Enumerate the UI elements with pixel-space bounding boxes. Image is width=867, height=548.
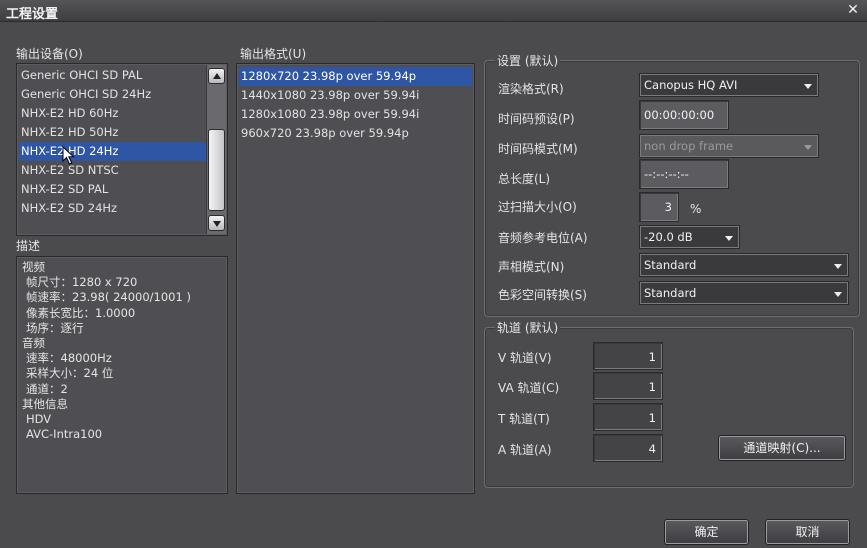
total-length-label: 总长度(L) [498,172,551,186]
description-line: 速率：48000Hz [26,351,112,366]
output-device-item[interactable]: NHX-E2 SD 24Hz [19,199,206,218]
a-track-value: 4 [648,442,656,456]
color-space-value: Standard [644,286,697,300]
window-title: 工程设置 [6,7,59,22]
tracks-group-title: 轨道 (默认) [495,319,561,336]
output-format-label: 输出格式(U) [240,47,307,61]
scroll-thumb[interactable] [208,129,225,211]
chevron-down-icon [725,236,733,241]
va-track-value: 1 [648,380,656,394]
chevron-down-icon [804,145,812,150]
output-device-item[interactable]: NHX-E2 SD PAL [19,180,206,199]
output-format-item[interactable]: 1280x1080 23.98p over 59.94i [239,105,472,124]
device-list-scrollbar[interactable] [206,65,226,234]
channel-mapping-button[interactable]: 通道映射(C)... [718,435,846,461]
v-track-input[interactable]: 1 [593,342,663,370]
timecode-preset-value: 00:00:00:00 [644,108,715,122]
overscan-label: 过扫描大小(O) [498,200,577,214]
description-line: 帧尺寸：1280 x 720 [26,275,138,290]
t-track-label: T 轨道(T) [498,412,550,426]
description-line: 其他信息 [22,396,68,411]
description-line: 采样大小：24 位 [26,366,114,381]
timecode-mode-value: non drop frame [644,139,734,153]
output-device-item[interactable]: Generic OHCI SD 24Hz [19,85,206,104]
description-label: 描述 [16,239,41,253]
total-length-field: --:--:--:-- [639,159,729,189]
va-track-label: VA 轨道(C) [498,381,560,395]
chevron-down-icon [834,292,842,297]
pan-mode-label: 声相模式(N) [498,260,565,274]
pan-mode-value: Standard [644,258,697,272]
color-space-select[interactable]: Standard [639,281,849,305]
output-format-list[interactable]: 1280x720 23.98p over 59.94p 1440x1080 23.… [236,63,475,494]
cancel-button[interactable]: 取消 [765,519,850,545]
close-button[interactable]: ✕ [845,1,861,19]
description-line: AVC-Intra100 [26,427,103,442]
output-device-item[interactable]: NHX-E2 HD 24Hz [19,142,206,161]
audio-ref-label: 音频参考电位(A) [498,231,588,245]
output-device-list[interactable]: Generic OHCI SD PAL Generic OHCI SD 24Hz N… [16,63,228,236]
timecode-mode-label: 时间码模式(M) [498,142,578,156]
pan-mode-select[interactable]: Standard [639,253,849,277]
description-line: 场序：逐行 [26,320,84,335]
description-line: 帧速率：23.98( 24000/1001 ) [26,290,191,305]
description-line: 视频 [22,260,45,274]
description-line: HDV [26,412,52,426]
settings-group-title: 设置 (默认) [495,52,561,69]
description-line: 音频 [22,336,45,350]
va-track-input[interactable]: 1 [593,372,663,400]
output-device-item[interactable]: NHX-E2 HD 60Hz [19,104,206,123]
audio-ref-select[interactable]: -20.0 dB [639,225,740,249]
render-format-select[interactable]: Canopus HQ AVI [639,73,819,97]
scroll-up-icon[interactable] [208,68,225,84]
ok-button[interactable]: 确定 [664,519,749,545]
overscan-value: 3 [664,200,672,214]
output-device-label: 输出设备(O) [16,47,83,61]
overscan-input[interactable]: 3 [639,192,679,222]
a-track-label: A 轨道(A) [498,443,552,457]
t-track-input[interactable]: 1 [593,403,663,431]
output-device-item[interactable]: Generic OHCI SD PAL [19,66,206,85]
output-format-item[interactable]: 1280x720 23.98p over 59.94p [239,67,472,86]
chevron-down-icon [804,84,812,89]
render-format-value: Canopus HQ AVI [644,78,738,92]
overscan-unit: % [690,202,702,216]
title-bar: 工程设置 ✕ [0,0,867,22]
total-length-value: --:--:--:-- [644,167,689,181]
v-track-label: V 轨道(V) [498,351,552,365]
render-format-label: 渲染格式(R) [498,82,564,96]
timecode-mode-select[interactable]: non drop frame [639,134,819,158]
output-format-item[interactable]: 960x720 23.98p over 59.94p [239,124,472,143]
color-space-label: 色彩空间转换(S) [498,288,587,302]
v-track-value: 1 [648,350,656,364]
scroll-down-icon[interactable] [208,215,225,231]
timecode-preset-label: 时间码预设(P) [498,112,575,126]
mouse-cursor-icon [62,146,75,165]
a-track-input[interactable]: 4 [593,434,663,462]
description-line: 像素长宽比：1.0000 [26,305,136,320]
chevron-down-icon [834,264,842,269]
output-device-item[interactable]: NHX-E2 HD 50Hz [19,123,206,142]
output-format-item[interactable]: 1440x1080 23.98p over 59.94i [239,86,472,105]
t-track-value: 1 [648,411,656,425]
description-panel: 视频 帧尺寸：1280 x 720 帧速率：23.98( 24000/1001 ) 像… [16,256,228,494]
timecode-preset-input[interactable]: 00:00:00:00 [639,100,729,130]
description-line: 通道：2 [26,381,68,396]
audio-ref-value: -20.0 dB [644,230,693,244]
output-device-item[interactable]: NHX-E2 SD NTSC [19,161,206,180]
